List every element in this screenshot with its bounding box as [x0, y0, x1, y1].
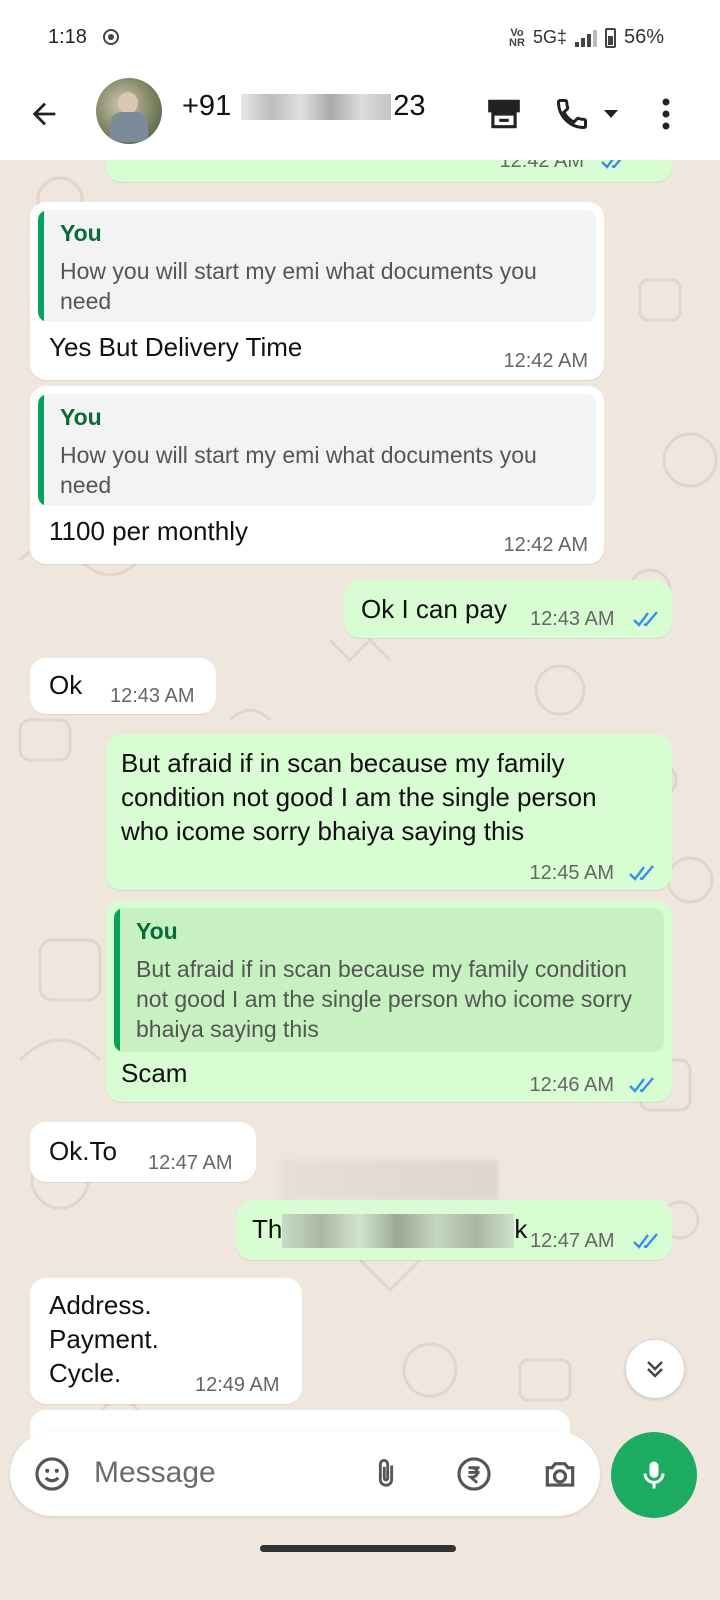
read-ticks-icon — [629, 1077, 654, 1093]
mic-icon — [643, 1461, 665, 1489]
message-outgoing-partial[interactable]: 12:42 AM — [106, 160, 672, 182]
message-outgoing[interactable]: But afraid if in scan because my family … — [106, 734, 672, 890]
message-time: 12:42 AM — [503, 350, 588, 372]
message-text: Ok I can pay — [361, 594, 507, 624]
message-time: 12:45 AM — [529, 862, 614, 884]
message-outgoing[interactable]: You But afraid if in scan because my fam… — [106, 900, 672, 1102]
call-options-button[interactable] — [596, 92, 626, 136]
attach-icon — [378, 1459, 394, 1487]
more-vert-icon — [662, 98, 670, 130]
quote-author: You — [60, 404, 102, 430]
sticker-icon — [35, 1457, 69, 1491]
read-ticks-icon — [601, 160, 622, 169]
battery-icon — [604, 27, 616, 48]
message-outgoing[interactable]: Th k 12:47 AM — [236, 1200, 672, 1260]
message-time: 12:46 AM — [529, 1074, 614, 1096]
chat-header: +91 23 — [0, 70, 720, 160]
phone-icon — [556, 99, 587, 130]
redaction-blur — [280, 1160, 498, 1200]
message-text: Th k — [252, 1212, 527, 1249]
message-text: Ok.To — [49, 1136, 117, 1166]
volte-indicator: Vo NR — [509, 26, 525, 49]
message-text-line: Payment. — [49, 1324, 159, 1354]
message-text: Yes But Delivery Time — [49, 332, 303, 362]
message-time: 12:42 AM — [503, 534, 588, 556]
voice-call-button[interactable] — [550, 92, 594, 136]
read-ticks-icon — [629, 865, 654, 881]
message-input[interactable]: Message — [94, 1456, 216, 1490]
scroll-to-bottom-button[interactable] — [626, 1340, 684, 1398]
message-incoming[interactable]: Ok.To 12:47 AM — [30, 1122, 256, 1182]
message-incoming[interactable]: Ok 12:43 AM — [30, 658, 216, 714]
dropdown-caret-icon — [604, 110, 618, 118]
message-text-line: who icome sorry bhaiya saying this — [121, 816, 525, 846]
message-text-line: Address. — [49, 1290, 152, 1320]
double-chevron-down-icon — [647, 1361, 663, 1378]
network-type: 5G‡ — [532, 27, 567, 47]
quoted-message[interactable]: You But afraid if in scan because my fam… — [114, 908, 664, 1052]
message-time: 12:47 AM — [530, 1230, 615, 1252]
redacted-text — [282, 1214, 515, 1249]
message-input-bar[interactable]: Message — [10, 1432, 600, 1516]
message-outgoing[interactable]: Ok I can pay 12:43 AM — [344, 580, 672, 638]
message-list[interactable]: 12:42 AM You How you will start my emi w… — [0, 160, 720, 1460]
camera-icon — [545, 1462, 575, 1487]
rupee-icon — [457, 1457, 491, 1491]
battery-percent: 56% — [623, 26, 664, 48]
sticker-button[interactable] — [30, 1452, 74, 1496]
message-time: 12:43 AM — [530, 608, 615, 630]
payment-button[interactable] — [452, 1452, 496, 1496]
read-ticks-icon — [633, 611, 658, 627]
avatar[interactable] — [96, 78, 162, 144]
chat-screen: 1:18 Vo NR 5G‡ 56% +91 23 12:42 AM You H… — [0, 0, 720, 1600]
more-options-button[interactable] — [644, 92, 688, 136]
message-text: 1100 per monthly — [49, 516, 248, 546]
quote-text: How you will start my emi what documents… — [60, 258, 537, 314]
quote-author: You — [60, 220, 102, 246]
message-text: Scam — [121, 1058, 188, 1088]
message-incoming[interactable]: Address. Payment. Cycle. 12:49 AM — [30, 1278, 302, 1404]
status-bar: 1:18 Vo NR 5G‡ 56% — [0, 0, 720, 70]
message-time: 12:49 AM — [195, 1374, 280, 1396]
back-button[interactable] — [22, 92, 66, 136]
message-text-line: condition not good I am the single perso… — [121, 782, 597, 812]
contact-name[interactable]: +91 23 — [182, 90, 426, 123]
read-ticks-icon — [633, 1233, 658, 1249]
voice-message-button[interactable] — [611, 1432, 697, 1518]
message-text-line: But afraid if in scan because my family — [121, 748, 565, 778]
status-indicators: Vo NR 5G‡ 56% — [509, 26, 664, 49]
quote-author: You — [136, 918, 178, 944]
message-time: 12:43 AM — [110, 685, 195, 707]
message-time: 12:42 AM — [499, 160, 584, 172]
storefront-icon — [488, 99, 520, 129]
navigation-bar — [0, 1526, 720, 1600]
quote-text: How you will start my emi what documents… — [60, 442, 537, 498]
camera-button[interactable] — [538, 1452, 582, 1496]
signal-icon — [574, 29, 597, 47]
catalog-button[interactable] — [482, 92, 526, 136]
message-incoming[interactable]: You How you will start my emi what docum… — [30, 202, 604, 380]
quoted-message[interactable]: You How you will start my emi what docum… — [38, 394, 596, 506]
screen-record-icon — [103, 29, 119, 45]
message-time: 12:47 AM — [148, 1152, 233, 1174]
quoted-message[interactable]: You How you will start my emi what docum… — [38, 210, 596, 322]
status-time: 1:18 — [48, 26, 87, 48]
message-incoming[interactable]: You How you will start my emi what docum… — [30, 386, 604, 564]
message-text-line: Cycle. — [49, 1358, 122, 1388]
home-gesture-bar[interactable] — [260, 1545, 456, 1552]
attach-button[interactable] — [364, 1452, 408, 1496]
message-text: Ok — [49, 670, 83, 700]
back-arrow-icon — [32, 102, 56, 126]
quote-text: But afraid if in scan because my family … — [136, 956, 633, 1042]
redacted-number — [241, 94, 392, 121]
